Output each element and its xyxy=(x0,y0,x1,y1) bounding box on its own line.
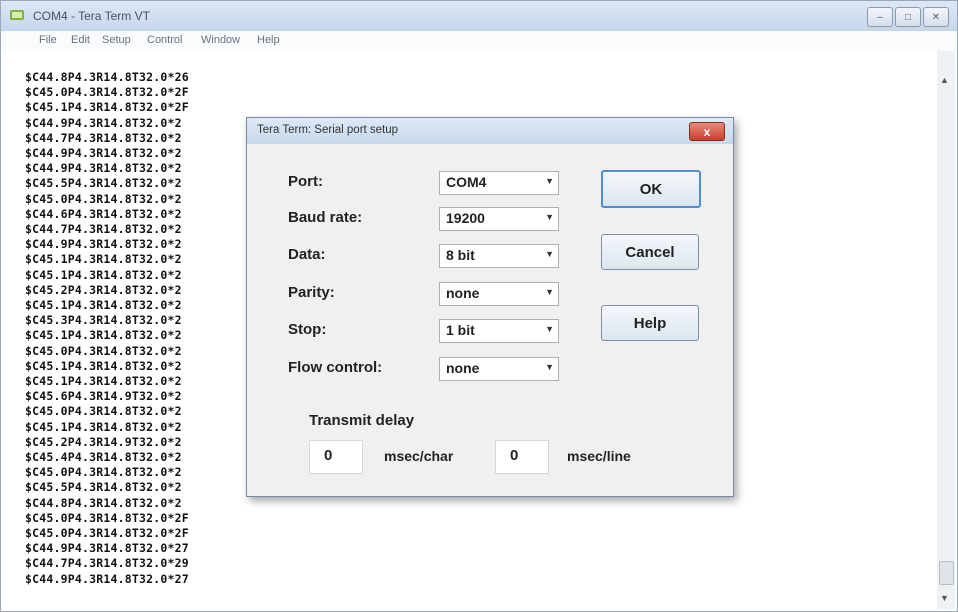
terminal-line: $C44.8P4.3R14.8T32.0*2 xyxy=(25,495,182,510)
msec-line-input[interactable]: 0 xyxy=(495,440,549,474)
stop-value: 1 bit xyxy=(446,322,475,338)
transmit-delay-label: Transmit delay xyxy=(309,412,415,429)
terminal-line: $C44.9P4.3R14.8T32.0*27 xyxy=(25,541,189,556)
stop-select[interactable]: 1 bit ▼ xyxy=(439,319,559,343)
scroll-down-icon[interactable]: ▼ xyxy=(940,593,949,603)
terminal-line: $C44.9P4.3R14.8T32.0*2 xyxy=(25,237,182,252)
terminal-line: $C45.5P4.3R14.8T32.0*2 xyxy=(25,480,182,495)
msec-char-unit: msec/char xyxy=(384,448,454,464)
msec-line-value: 0 xyxy=(510,447,519,464)
terminal-line: $C44.9P4.3R14.8T32.0*2 xyxy=(25,115,182,130)
terminal-line: $C45.1P4.3R14.8T32.0*2 xyxy=(25,298,182,312)
chevron-down-icon[interactable]: ▼ xyxy=(545,324,554,334)
terminal-line: $C44.7P4.3R14.8T32.0*29 xyxy=(25,556,189,571)
maximize-icon[interactable]: □ xyxy=(895,7,921,27)
window-titlebar[interactable]: COM4 - Tera Term VT – □ ✕ xyxy=(1,1,957,31)
msec-char-value: 0 xyxy=(324,447,333,464)
terminal-line: $C45.0P4.3R14.8T32.0*2 xyxy=(25,191,182,206)
dialog-title: Tera Term: Serial port setup xyxy=(257,124,399,136)
chevron-down-icon[interactable]: ▼ xyxy=(545,287,554,297)
port-select[interactable]: COM4 ▼ xyxy=(439,171,559,195)
terminal-line: $C45.1P4.3R14.8T32.0*2 xyxy=(25,328,182,343)
menu-window[interactable]: Window xyxy=(201,34,240,46)
stop-label: Stop: xyxy=(288,321,327,338)
serial-port-setup-dialog: Tera Term: Serial port setup x Port: COM… xyxy=(246,117,734,497)
port-value: COM4 xyxy=(446,174,487,190)
terminal-line: $C45.0P4.3R14.8T32.0*2 xyxy=(25,343,182,358)
terminal-line: $C45.3P4.3R14.8T32.0*2 xyxy=(25,313,182,328)
terminal-line: $C44.9P4.3R14.8T32.0*27 xyxy=(25,571,189,586)
tera-term-icon xyxy=(10,10,24,20)
terminal-line: $C45.0P4.3R14.8T32.0*2F xyxy=(25,85,189,100)
data-select[interactable]: 8 bit ▼ xyxy=(439,244,559,268)
msec-char-input[interactable]: 0 xyxy=(309,440,363,474)
parity-select[interactable]: none ▼ xyxy=(439,282,559,306)
window-title: COM4 - Tera Term VT xyxy=(33,9,150,23)
chevron-down-icon[interactable]: ▼ xyxy=(545,249,554,259)
port-label: Port: xyxy=(288,173,323,190)
ok-button[interactable]: OK xyxy=(601,170,701,208)
terminal-line: $C44.9P4.3R14.8T32.0*2 xyxy=(25,161,182,176)
dialog-close-button[interactable]: x xyxy=(689,122,725,141)
cancel-button[interactable]: Cancel xyxy=(601,234,699,270)
window-controls: – □ ✕ xyxy=(867,7,949,27)
menu-bar: File Edit Setup Control Window Help xyxy=(1,31,957,51)
scroll-up-icon[interactable]: ▲ xyxy=(940,75,949,85)
terminal-line: $C45.1P4.3R14.8T32.0*2 xyxy=(25,252,182,267)
terminal-line: $C45.0P4.3R14.8T32.0*2F xyxy=(25,526,189,540)
help-button[interactable]: Help xyxy=(601,305,699,341)
terminal-line: $C45.1P4.3R14.8T32.0*2F xyxy=(25,100,189,115)
minimize-icon[interactable]: – xyxy=(867,7,893,27)
terminal-line: $C44.8P4.3R14.8T32.0*26 xyxy=(25,70,189,84)
menu-edit[interactable]: Edit xyxy=(71,34,90,46)
dialog-titlebar[interactable]: Tera Term: Serial port setup x xyxy=(247,118,733,144)
menu-setup[interactable]: Setup xyxy=(102,34,131,46)
baud-rate-label: Baud rate: xyxy=(288,209,363,226)
menu-control[interactable]: Control xyxy=(147,34,182,46)
terminal-line: $C45.6P4.3R14.9T32.0*2 xyxy=(25,389,182,404)
terminal-line: $C44.6P4.3R14.8T32.0*2 xyxy=(25,206,182,221)
terminal-line: $C45.0P4.3R14.8T32.0*2 xyxy=(25,465,182,480)
terminal-line: $C45.1P4.3R14.8T32.0*2 xyxy=(25,267,182,282)
terminal-line: $C45.1P4.3R14.8T32.0*2 xyxy=(25,374,182,388)
terminal-line: $C45.0P4.3R14.8T32.0*2 xyxy=(25,404,182,419)
chevron-down-icon[interactable]: ▼ xyxy=(545,212,554,222)
vertical-scrollbar[interactable]: ▲ ▼ xyxy=(937,51,955,609)
close-icon[interactable]: ✕ xyxy=(923,7,949,27)
terminal-line: $C45.1P4.3R14.8T32.0*2 xyxy=(25,358,182,373)
flow-control-select[interactable]: none ▼ xyxy=(439,357,559,381)
parity-label: Parity: xyxy=(288,284,335,301)
baud-rate-value: 19200 xyxy=(446,210,485,226)
chevron-down-icon[interactable]: ▼ xyxy=(545,176,554,186)
msec-line-unit: msec/line xyxy=(567,448,631,464)
terminal-line: $C45.4P4.3R14.8T32.0*2 xyxy=(25,450,182,464)
menu-help[interactable]: Help xyxy=(257,34,280,46)
terminal-line: $C44.9P4.3R14.8T32.0*2 xyxy=(25,146,182,160)
terminal-line: $C45.2P4.3R14.9T32.0*2 xyxy=(25,434,182,449)
terminal-line: $C45.2P4.3R14.8T32.0*2 xyxy=(25,282,182,297)
terminal-line: $C45.5P4.3R14.8T32.0*2 xyxy=(25,176,182,191)
terminal-line: $C44.7P4.3R14.8T32.0*2 xyxy=(25,130,182,145)
parity-value: none xyxy=(446,285,480,301)
data-label: Data: xyxy=(288,246,326,263)
terminal-line: $C44.7P4.3R14.8T32.0*2 xyxy=(25,222,182,236)
flow-control-label: Flow control: xyxy=(288,359,383,376)
baud-rate-select[interactable]: 19200 ▼ xyxy=(439,207,559,231)
data-value: 8 bit xyxy=(446,247,475,263)
chevron-down-icon[interactable]: ▼ xyxy=(545,362,554,372)
flow-control-value: none xyxy=(446,360,480,376)
scrollbar-thumb[interactable] xyxy=(939,561,954,585)
terminal-line: $C45.0P4.3R14.8T32.0*2F xyxy=(25,510,189,525)
terminal-line: $C45.1P4.3R14.8T32.0*2 xyxy=(25,419,182,434)
menu-file[interactable]: File xyxy=(39,34,57,46)
